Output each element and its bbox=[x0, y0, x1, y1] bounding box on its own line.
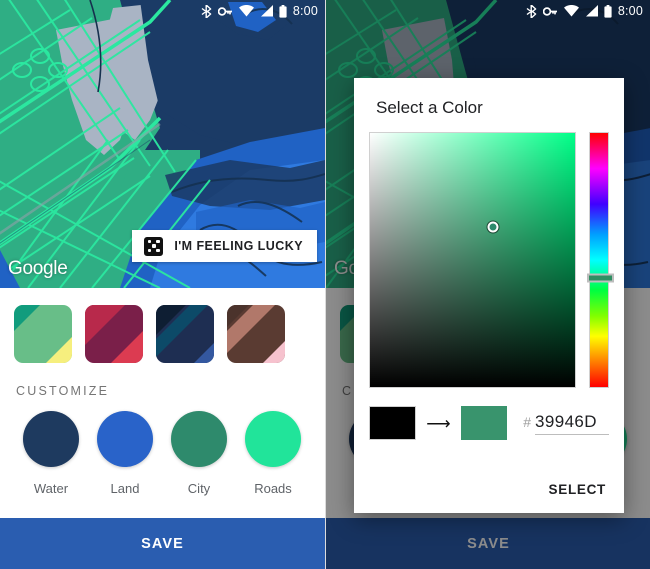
hex-input[interactable]: 39946D bbox=[535, 412, 609, 435]
color-label-water: Water bbox=[33, 481, 69, 496]
vpn-key-icon bbox=[217, 6, 233, 17]
hue-gradient bbox=[589, 133, 608, 387]
color-picker-dialog: Select a Color ⟶ # 39946D SELECT bbox=[354, 78, 624, 513]
old-color-swatch bbox=[369, 406, 417, 440]
color-circle-roads[interactable] bbox=[245, 411, 301, 467]
picker-row bbox=[354, 118, 624, 388]
customize-heading: CUSTOMIZE bbox=[16, 384, 110, 398]
theme-swatch-2[interactable] bbox=[156, 305, 214, 363]
clock: 8:00 bbox=[292, 4, 318, 18]
select-button[interactable]: SELECT bbox=[549, 482, 606, 497]
clock-right: 8:00 bbox=[617, 4, 643, 18]
saturation-value-box[interactable] bbox=[369, 132, 576, 388]
dialog-actions: SELECT bbox=[549, 481, 606, 499]
bluetooth-icon bbox=[201, 4, 212, 18]
hex-field-wrapper[interactable]: # 39946D bbox=[523, 412, 609, 435]
color-circle-land[interactable] bbox=[97, 411, 153, 467]
dice-icon bbox=[144, 236, 164, 256]
color-label-roads: Roads bbox=[254, 481, 292, 496]
wifi-icon bbox=[238, 5, 254, 17]
customize-color-list: Water Land City Roads bbox=[0, 398, 325, 496]
wifi-icon bbox=[563, 5, 579, 17]
sv-cursor[interactable] bbox=[487, 221, 499, 233]
customize-item-water[interactable]: Water bbox=[14, 411, 88, 496]
status-bar-right: 8:00 bbox=[326, 0, 650, 22]
theme-swatch-0[interactable] bbox=[14, 305, 72, 363]
theme-swatch-3[interactable] bbox=[227, 305, 285, 363]
map-preview[interactable]: Google I'M FEELING LUCKY bbox=[0, 0, 325, 288]
im-feeling-lucky-label: I'M FEELING LUCKY bbox=[174, 239, 303, 253]
signal-icon bbox=[585, 5, 598, 17]
customize-item-city[interactable]: City bbox=[162, 411, 236, 496]
vpn-key-icon bbox=[542, 6, 558, 17]
color-label-city: City bbox=[187, 481, 211, 496]
arrow-right-icon: ⟶ bbox=[426, 413, 451, 433]
google-watermark: Google bbox=[8, 258, 68, 279]
color-label-land: Land bbox=[110, 481, 140, 496]
screen-theme-editor: Google I'M FEELING LUCKY 8:00 CUSTOMIZE … bbox=[0, 0, 325, 569]
battery-icon bbox=[604, 4, 612, 18]
sv-black-layer bbox=[370, 133, 575, 387]
customize-item-roads[interactable]: Roads bbox=[236, 411, 310, 496]
save-button[interactable]: SAVE bbox=[0, 518, 325, 569]
bluetooth-icon bbox=[526, 4, 537, 18]
color-circle-city[interactable] bbox=[171, 411, 227, 467]
hue-slider-handle[interactable] bbox=[586, 273, 614, 283]
status-bar: 8:00 bbox=[0, 0, 325, 22]
hash-symbol: # bbox=[523, 413, 531, 430]
hue-slider[interactable] bbox=[586, 132, 614, 388]
color-compare-row: ⟶ # 39946D bbox=[354, 388, 624, 440]
battery-icon bbox=[279, 4, 287, 18]
screen-color-picker-dialog: Google bbox=[325, 0, 650, 569]
screens-container: Google I'M FEELING LUCKY 8:00 CUSTOMIZE … bbox=[0, 0, 650, 569]
theme-swatch-list bbox=[0, 288, 325, 363]
theme-sheet: CUSTOMIZE Water Land City Roads SAVE bbox=[0, 288, 325, 569]
signal-icon bbox=[260, 5, 273, 17]
customize-item-land[interactable]: Land bbox=[88, 411, 162, 496]
save-button-label: SAVE bbox=[141, 535, 184, 552]
theme-swatch-1[interactable] bbox=[85, 305, 143, 363]
im-feeling-lucky-button[interactable]: I'M FEELING LUCKY bbox=[132, 230, 317, 262]
color-circle-water[interactable] bbox=[23, 411, 79, 467]
new-color-swatch bbox=[460, 406, 508, 440]
dialog-title: Select a Color bbox=[376, 98, 483, 117]
